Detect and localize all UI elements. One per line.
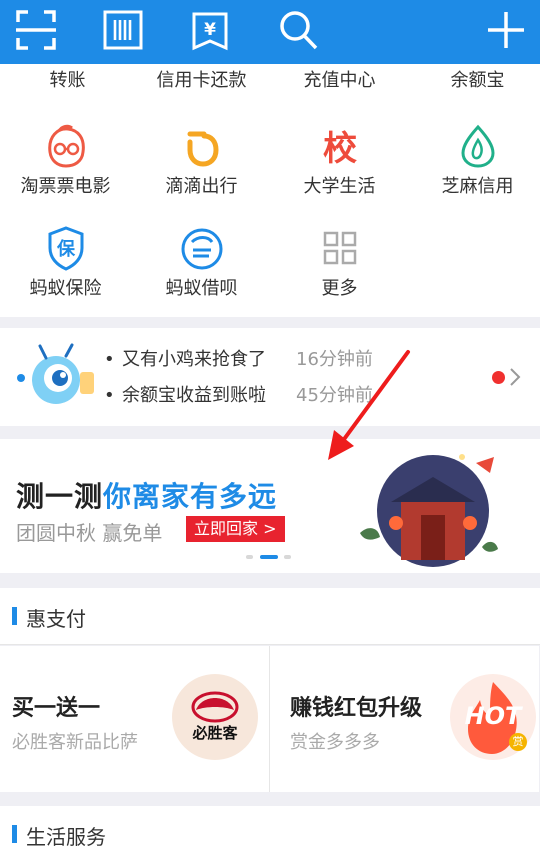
- sesame-credit-icon: [460, 124, 495, 168]
- grid-item-label: 蚂蚁保险: [29, 278, 102, 299]
- insurance-glyph: 保: [56, 238, 76, 260]
- mid-autumn-banner[interactable]: 测一测你离家有多远 团圆中秋 赢免单 立即回家 >: [0, 439, 540, 573]
- grid-item-more[interactable]: 更多: [272, 224, 407, 300]
- bullet: •: [104, 385, 115, 406]
- headline-item[interactable]: • 余额宝收益到账啦: [104, 384, 266, 408]
- promo-title: 买一送一: [12, 696, 101, 721]
- pager-dot: [246, 555, 253, 559]
- promo-card-pizza[interactable]: 买一送一 必胜客新品比萨 必胜客: [0, 646, 269, 792]
- barcode-icon[interactable]: [101, 8, 145, 52]
- plus-icon[interactable]: [484, 8, 528, 52]
- campus-glyph: 校: [323, 129, 357, 169]
- grid-item-yuebao[interactable]: 余额宝: [410, 70, 540, 92]
- top-bar: ¥: [0, 0, 540, 64]
- bill-yen-glyph: ¥: [204, 20, 216, 40]
- grid-item-label: 余额宝: [450, 70, 505, 91]
- grid-item-label: 更多: [321, 278, 358, 299]
- grid-item-campus[interactable]: 校 大学生活: [272, 122, 407, 198]
- grid-item-insurance[interactable]: 保 蚂蚁保险: [0, 224, 133, 300]
- didi-icon: [187, 131, 219, 167]
- jiebei-icon: [181, 228, 222, 270]
- go-home-button[interactable]: 立即回家 >: [186, 516, 285, 542]
- campus-icon: 校: [323, 129, 357, 169]
- headline-item[interactable]: • 又有小鸡来抢食了: [104, 348, 266, 372]
- grid-item-label: 转账: [49, 70, 86, 91]
- grid-item-didi[interactable]: 滴滴出行: [134, 122, 269, 198]
- headline-panel[interactable]: • 又有小鸡来抢食了 16分钟前 • 余额宝收益到账啦 45分钟前: [0, 328, 540, 426]
- promo-card-redpacket[interactable]: 赚钱红包升级 赏金多多多 HOT 赏: [270, 646, 539, 792]
- scan-icon[interactable]: [14, 8, 58, 52]
- bullet: •: [104, 349, 115, 370]
- section-accent-bar: [12, 825, 17, 843]
- pager-dot-active: [260, 555, 278, 559]
- grid-item-label: 蚂蚁借呗: [165, 278, 238, 299]
- grid-item-label: 淘票票电影: [20, 176, 111, 197]
- pizza-hut-logo: 必胜客: [172, 674, 258, 760]
- chevron-right-icon[interactable]: [508, 366, 522, 388]
- huizhifu-section-header[interactable]: 惠支付: [0, 588, 540, 644]
- promo-title: 赚钱红包升级: [290, 696, 423, 721]
- banner-subtitle: 团圆中秋 赢免单: [16, 521, 163, 545]
- grid-item-transfer[interactable]: 转账: [0, 70, 135, 92]
- grid-item-sesame-credit[interactable]: 芝麻信用: [410, 122, 540, 198]
- pizza-logo-text: 必胜客: [192, 724, 238, 742]
- section-accent-bar: [12, 607, 17, 625]
- grid-item-label: 信用卡还款: [156, 70, 247, 91]
- movie-icon: [47, 124, 85, 168]
- pizza-hut-roof-icon: [191, 691, 239, 723]
- grid-item-top-up[interactable]: 充值中心: [272, 70, 407, 92]
- hot-text: HOT: [464, 702, 522, 730]
- banner-title: 测一测你离家有多远: [16, 475, 277, 515]
- hot-badge-image: HOT 赏: [450, 674, 536, 760]
- search-icon[interactable]: [276, 8, 320, 52]
- grid-item-label: 滴滴出行: [165, 176, 238, 197]
- app-grid: 转账 信用卡还款 充值中心 余额宝 淘票票电影 滴滴出行 校 大学生活 芝麻信用…: [0, 64, 540, 317]
- unread-dot: [492, 371, 505, 384]
- grid-item-label: 芝麻信用: [441, 176, 514, 197]
- hot-badge-glyph: 赏: [512, 735, 524, 748]
- promo-subtitle: 必胜客新品比萨: [12, 732, 138, 753]
- headline-time: 16分钟前: [296, 349, 373, 370]
- life-service-section-header[interactable]: 生活服务: [0, 806, 540, 862]
- headline-text: 又有小鸡来抢食了: [122, 349, 266, 370]
- grid-item-movie[interactable]: 淘票票电影: [0, 122, 133, 198]
- grid-item-jiebei[interactable]: 蚂蚁借呗: [134, 224, 269, 300]
- banner-title-plain: 测一测: [16, 480, 104, 513]
- grid-item-label: 充值中心: [303, 70, 376, 91]
- grid-item-label: 大学生活: [303, 176, 376, 197]
- headline-time: 45分钟前: [296, 385, 373, 406]
- bill-icon[interactable]: ¥: [188, 8, 232, 52]
- section-title: 生活服务: [26, 825, 106, 849]
- promo-subtitle: 赏金多多多: [290, 732, 380, 753]
- insurance-shield-icon: 保: [48, 226, 83, 271]
- headline-text: 余额宝收益到账啦: [122, 385, 266, 406]
- divider: [0, 644, 540, 645]
- section-title: 惠支付: [26, 607, 86, 631]
- more-grid-icon: [323, 231, 356, 265]
- banner-title-highlight: 你离家有多远: [103, 480, 278, 513]
- ant-mascot-icon: [17, 343, 94, 404]
- grid-item-credit-card-repay[interactable]: 信用卡还款: [134, 70, 269, 92]
- pager-dot: [284, 555, 291, 559]
- house-illustration: [360, 454, 498, 567]
